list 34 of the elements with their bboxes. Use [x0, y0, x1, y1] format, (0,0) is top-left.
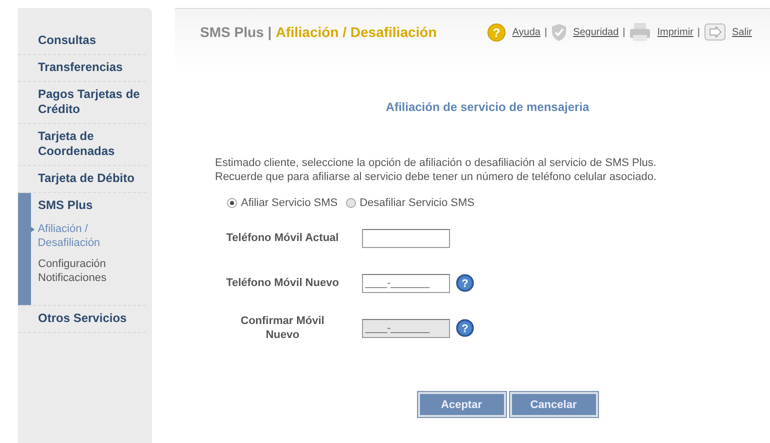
- header-link[interactable]: Seguridad: [573, 26, 619, 38]
- link-separator: |: [697, 26, 700, 38]
- sidebar-subitem[interactable]: Configuración Notificaciones: [38, 254, 146, 289]
- printer-icon[interactable]: [629, 22, 652, 42]
- sidebar-item[interactable]: Transferencias: [38, 55, 146, 81]
- shield-icon[interactable]: [551, 22, 568, 42]
- sidebar-item[interactable]: Pagos Tarjetas de Crédito: [38, 82, 146, 123]
- header-link[interactable]: Ayuda: [512, 26, 540, 38]
- triangle-icon: [30, 226, 35, 233]
- sidebar-item[interactable]: Otros Servicios: [38, 306, 146, 332]
- radio-icon[interactable]: [227, 198, 237, 208]
- sidebar-item[interactable]: Tarjeta de Débito: [38, 166, 146, 192]
- title-separator: |: [268, 24, 272, 40]
- header-link[interactable]: Imprimir: [657, 26, 694, 38]
- field-label: Teléfono Móvil Actual: [226, 231, 339, 245]
- header-link[interactable]: Salir: [732, 26, 752, 38]
- sidebar-item[interactable]: SMS Plus: [38, 193, 146, 219]
- field-label: Confirmar Móvil Nuevo: [240, 314, 326, 342]
- phone-field[interactable]: [362, 228, 450, 248]
- phone-field[interactable]: ____-_______: [362, 274, 450, 292]
- field-label: Teléfono Móvil Nuevo: [226, 276, 339, 290]
- radio-option[interactable]: Desafiliar Servicio SMS: [346, 197, 474, 209]
- radio-option[interactable]: Afiliar Servicio SMS: [227, 197, 338, 209]
- page-title: Afiliación / Desafiliación: [276, 24, 437, 40]
- link-separator: |: [622, 26, 626, 38]
- link-separator: |: [544, 26, 548, 38]
- section-title: SMS Plus: [200, 24, 264, 40]
- form-title: Afiliación de servicio de mensajeria: [384, 100, 590, 114]
- help-icon[interactable]: ?: [456, 274, 474, 292]
- exit-icon[interactable]: [704, 23, 726, 41]
- sidebar-item[interactable]: Tarjeta de Coordenadas: [38, 124, 146, 165]
- intro-text: Estimado cliente, seleccione la opción de afiliación o desafiliación al servicio de SMS Plus. Recuerde que para afiliarse al servicio debe tener un número de teléfono celular asociado.: [215, 156, 658, 184]
- sidebar-item[interactable]: Consultas: [38, 28, 146, 54]
- radio-icon[interactable]: [346, 198, 356, 208]
